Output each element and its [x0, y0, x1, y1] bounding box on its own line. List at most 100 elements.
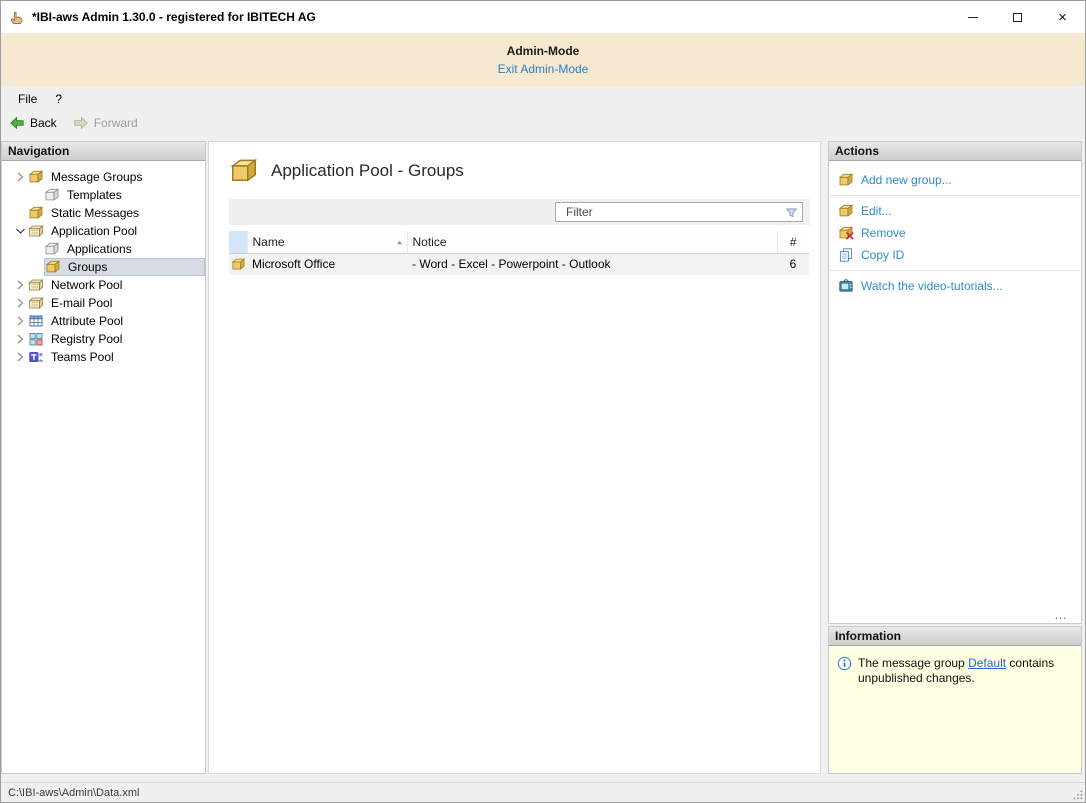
back-arrow-icon: [9, 115, 25, 131]
separator: [830, 270, 1080, 271]
nav-item-label: Attribute Pool: [48, 314, 126, 328]
main-area: Navigation Message Groups Templates: [1, 134, 1085, 782]
groups-table: Name Notice # Microsoft Office - Word - …: [229, 231, 809, 275]
back-button[interactable]: Back: [9, 115, 57, 131]
information-panel: Information The message group Default co…: [828, 626, 1082, 774]
nav-item-network-pool[interactable]: Network Pool: [2, 276, 205, 294]
add-new-group-link[interactable]: Add new group...: [829, 169, 1081, 191]
registry-icon: [28, 331, 44, 347]
nav-item-teams-pool[interactable]: Teams Pool: [2, 348, 205, 366]
chevron-right-icon[interactable]: [12, 313, 28, 329]
nav-item-application-pool[interactable]: Application Pool: [2, 222, 205, 240]
action-label: Add new group...: [861, 173, 952, 187]
nav-item-applications[interactable]: Applications: [2, 240, 205, 258]
chevron-right-icon[interactable]: [12, 277, 28, 293]
action-label: Watch the video-tutorials...: [861, 279, 1003, 293]
content-header: Application Pool - Groups: [209, 142, 820, 186]
chevron-right-icon[interactable]: [12, 169, 28, 185]
nav-item-groups[interactable]: Groups: [2, 258, 205, 276]
close-button[interactable]: ×: [1040, 1, 1085, 33]
app-logo-icon: [9, 9, 25, 25]
sort-ascending-icon: [395, 238, 404, 247]
forward-label: Forward: [94, 116, 138, 130]
nav-item-label: Application Pool: [48, 224, 140, 238]
column-header-notice[interactable]: Notice: [407, 231, 777, 253]
nav-item-registry-pool[interactable]: Registry Pool: [2, 330, 205, 348]
column-header-icon[interactable]: [229, 231, 247, 253]
menu-help[interactable]: ?: [46, 89, 71, 109]
pool-icon: [28, 277, 44, 293]
filter-input[interactable]: [558, 205, 784, 219]
row-icon-cell: [229, 253, 247, 275]
nav-item-label: Templates: [64, 188, 125, 202]
action-label: Edit...: [861, 204, 892, 218]
filter-funnel-icon[interactable]: [784, 205, 799, 220]
watch-video-tutorials-link[interactable]: Watch the video-tutorials...: [829, 275, 1081, 297]
navigation-panel: Navigation Message Groups Templates: [1, 141, 206, 774]
nav-item-templates[interactable]: Templates: [2, 186, 205, 204]
group-icon: [45, 259, 61, 275]
action-label: Remove: [861, 226, 906, 240]
nav-item-label: Static Messages: [48, 206, 142, 220]
nav-item-label: Network Pool: [48, 278, 125, 292]
table-row-microsoft-office[interactable]: Microsoft Office - Word - Excel - Powerp…: [229, 253, 809, 275]
template-icon: [44, 187, 60, 203]
nav-item-label: Message Groups: [48, 170, 145, 184]
chevron-down-icon[interactable]: [12, 223, 28, 239]
filter-field: [555, 202, 803, 222]
cell-count: 6: [777, 253, 809, 275]
exit-admin-mode-link[interactable]: Exit Admin-Mode: [498, 62, 589, 76]
close-icon: ×: [1058, 10, 1067, 25]
forward-button[interactable]: Forward: [73, 115, 138, 131]
content-panel: Application Pool - Groups Name: [208, 141, 821, 774]
chevron-right-icon[interactable]: [12, 295, 28, 311]
info-icon: [837, 656, 852, 671]
teams-icon: [28, 349, 44, 365]
default-group-link[interactable]: Default: [968, 656, 1006, 670]
edit-link[interactable]: Edit...: [829, 200, 1081, 222]
group-remove-icon: [838, 225, 854, 241]
nav-item-attribute-pool[interactable]: Attribute Pool: [2, 312, 205, 330]
nav-item-label: Groups: [65, 260, 110, 274]
groups-title-icon: [229, 156, 259, 186]
attribute-grid-icon: [28, 313, 44, 329]
actions-list: Add new group... Edit... Remove Copy ID: [829, 161, 1081, 297]
app-window: *IBI-aws Admin 1.30.0 - registered for I…: [0, 0, 1086, 803]
title-bar: *IBI-aws Admin 1.30.0 - registered for I…: [1, 1, 1085, 33]
panel-splitter-dots[interactable]: …: [829, 607, 1081, 623]
group-icon: [838, 172, 854, 188]
minimize-button[interactable]: [950, 1, 995, 33]
menu-file[interactable]: File: [9, 89, 46, 109]
nav-item-label: Applications: [64, 242, 135, 256]
maximize-button[interactable]: [995, 1, 1040, 33]
right-column: Actions Add new group... Edit... Remove: [828, 141, 1082, 774]
nav-item-message-groups[interactable]: Message Groups: [2, 168, 205, 186]
admin-mode-banner: Admin-Mode Exit Admin-Mode: [1, 33, 1085, 86]
filter-bar: [229, 199, 810, 225]
column-header-count[interactable]: #: [777, 231, 809, 253]
tv-icon: [838, 278, 854, 294]
chevron-right-icon[interactable]: [12, 331, 28, 347]
maximize-icon: [1013, 13, 1022, 22]
status-path: C:\IBI-aws\Admin\Data.xml: [8, 787, 139, 799]
minimize-icon: [968, 17, 978, 18]
information-content: The message group Default contains unpub…: [829, 646, 1081, 773]
remove-link[interactable]: Remove: [829, 222, 1081, 244]
resize-grip[interactable]: [1070, 787, 1084, 801]
actions-header: Actions: [829, 142, 1081, 161]
group-icon: [231, 257, 246, 272]
nav-item-email-pool[interactable]: E-mail Pool: [2, 294, 205, 312]
group-icon: [838, 203, 854, 219]
message-group-icon: [28, 205, 44, 221]
table-header-row: Name Notice #: [229, 231, 809, 253]
column-label-name: Name: [253, 235, 285, 249]
chevron-right-icon[interactable]: [12, 349, 28, 365]
nav-item-static-messages[interactable]: Static Messages: [2, 204, 205, 222]
nav-item-label: Teams Pool: [48, 350, 117, 364]
information-message: The message group Default contains unpub…: [858, 656, 1073, 686]
copy-id-link[interactable]: Copy ID: [829, 244, 1081, 266]
application-icon: [44, 241, 60, 257]
message-prefix: The message group: [858, 656, 968, 670]
column-header-name[interactable]: Name: [247, 231, 407, 253]
cell-name: Microsoft Office: [247, 253, 407, 275]
